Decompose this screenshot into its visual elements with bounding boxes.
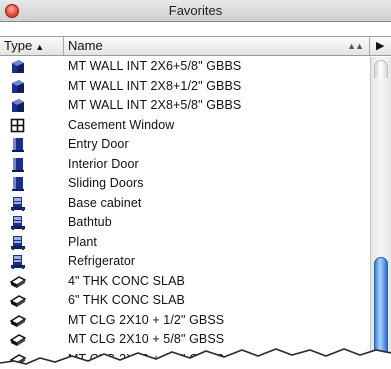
chevron-right-icon: ▶ xyxy=(376,40,385,52)
list-item[interactable]: Sliding Doors xyxy=(0,174,370,194)
favorites-window: Favorites Type ▲ Name ▲▲ ▶ MT WALL INT 2X… xyxy=(0,0,391,369)
list-item[interactable]: Entry Door xyxy=(0,135,370,155)
door-icon xyxy=(10,176,26,191)
object-icon xyxy=(10,254,26,269)
wall-icon xyxy=(10,59,26,74)
item-label: MT WALL INT 2X8+1/2" GBBS xyxy=(68,78,242,93)
favorites-list[interactable]: MT WALL INT 2X6+5/8" GBBS MT WALL INT 2X8… xyxy=(0,57,370,369)
item-label: MT CLG 2X10 + 1/2" GBSS xyxy=(68,312,225,327)
slab-icon xyxy=(9,313,27,328)
wall-icon xyxy=(10,98,26,113)
scroll-thumb[interactable] xyxy=(374,257,388,369)
list-item[interactable]: Plant xyxy=(0,233,370,253)
slab-icon xyxy=(9,332,27,347)
list-item[interactable]: Bathtub xyxy=(0,213,370,233)
scroll-track-top xyxy=(374,60,388,78)
item-label: Plant xyxy=(68,234,97,249)
list-item[interactable]: MT CLG 2X10 + 1/2" GBSS xyxy=(0,311,370,331)
list-item[interactable]: MT WALL INT 2X8+5/8" GBBS xyxy=(0,96,370,116)
door-icon xyxy=(10,157,26,172)
item-label: Casement Window xyxy=(68,117,175,132)
list-item[interactable]: Refrigerator xyxy=(0,252,370,272)
title-bar[interactable]: Favorites xyxy=(0,0,391,22)
slab-icon xyxy=(9,293,27,308)
item-label: MT WALL INT 2X6+5/8" GBBS xyxy=(68,59,242,73)
column-resize-icon[interactable]: ▲▲ xyxy=(347,37,364,55)
vertical-scrollbar[interactable] xyxy=(370,57,391,369)
object-icon xyxy=(10,196,26,211)
item-label: Entry Door xyxy=(68,137,129,151)
type-column-header[interactable]: Type ▲ xyxy=(0,37,64,55)
list-item[interactable]: Interior Door xyxy=(0,155,370,175)
list-item[interactable]: Casement Window xyxy=(0,116,370,136)
slab-icon xyxy=(9,352,27,367)
object-icon xyxy=(10,235,26,250)
item-label: Sliding Doors xyxy=(68,176,144,190)
item-label: MT WALL INT 2X8+5/8" GBBS xyxy=(68,98,242,112)
column-header: Type ▲ Name ▲▲ ▶ xyxy=(0,36,391,56)
window-icon xyxy=(10,118,26,133)
name-column-header[interactable]: Name ▲▲ xyxy=(64,37,370,55)
list-item[interactable]: MT CLG 2X10 + 5/8" GBSS xyxy=(0,330,370,350)
item-label: 6" THK CONC SLAB xyxy=(68,293,185,307)
item-label: MT CLG 2X10 + 5/8" GBSS xyxy=(68,332,225,346)
list-item[interactable]: MT WALL INT 2X6+5/8" GBBS xyxy=(0,57,370,77)
type-column-label: Type xyxy=(4,38,33,53)
window-title: Favorites xyxy=(168,3,223,18)
list-item[interactable]: 6" THK CONC SLAB xyxy=(0,291,370,311)
name-column-label: Name xyxy=(68,38,103,53)
object-icon xyxy=(10,215,26,230)
list-item[interactable]: MT CLG 2X12 + 1/2" GBSS xyxy=(0,350,370,369)
slab-icon xyxy=(9,274,27,289)
wall-icon xyxy=(10,79,26,94)
item-label: MT CLG 2X12 + 1/2" GBSS xyxy=(68,351,225,366)
sort-ascending-icon: ▲ xyxy=(35,42,45,52)
list-item[interactable]: 4" THK CONC SLAB xyxy=(0,272,370,292)
item-label: Base cabinet xyxy=(68,195,142,210)
item-label: Interior Door xyxy=(68,156,139,171)
list-item[interactable]: MT WALL INT 2X8+1/2" GBBS xyxy=(0,77,370,97)
list-item[interactable]: Base cabinet xyxy=(0,194,370,214)
door-icon xyxy=(10,137,26,152)
item-label: Refrigerator xyxy=(68,254,136,268)
more-columns-button[interactable]: ▶ xyxy=(370,37,391,55)
item-label: 4" THK CONC SLAB xyxy=(68,273,185,288)
item-label: Bathtub xyxy=(68,215,112,229)
